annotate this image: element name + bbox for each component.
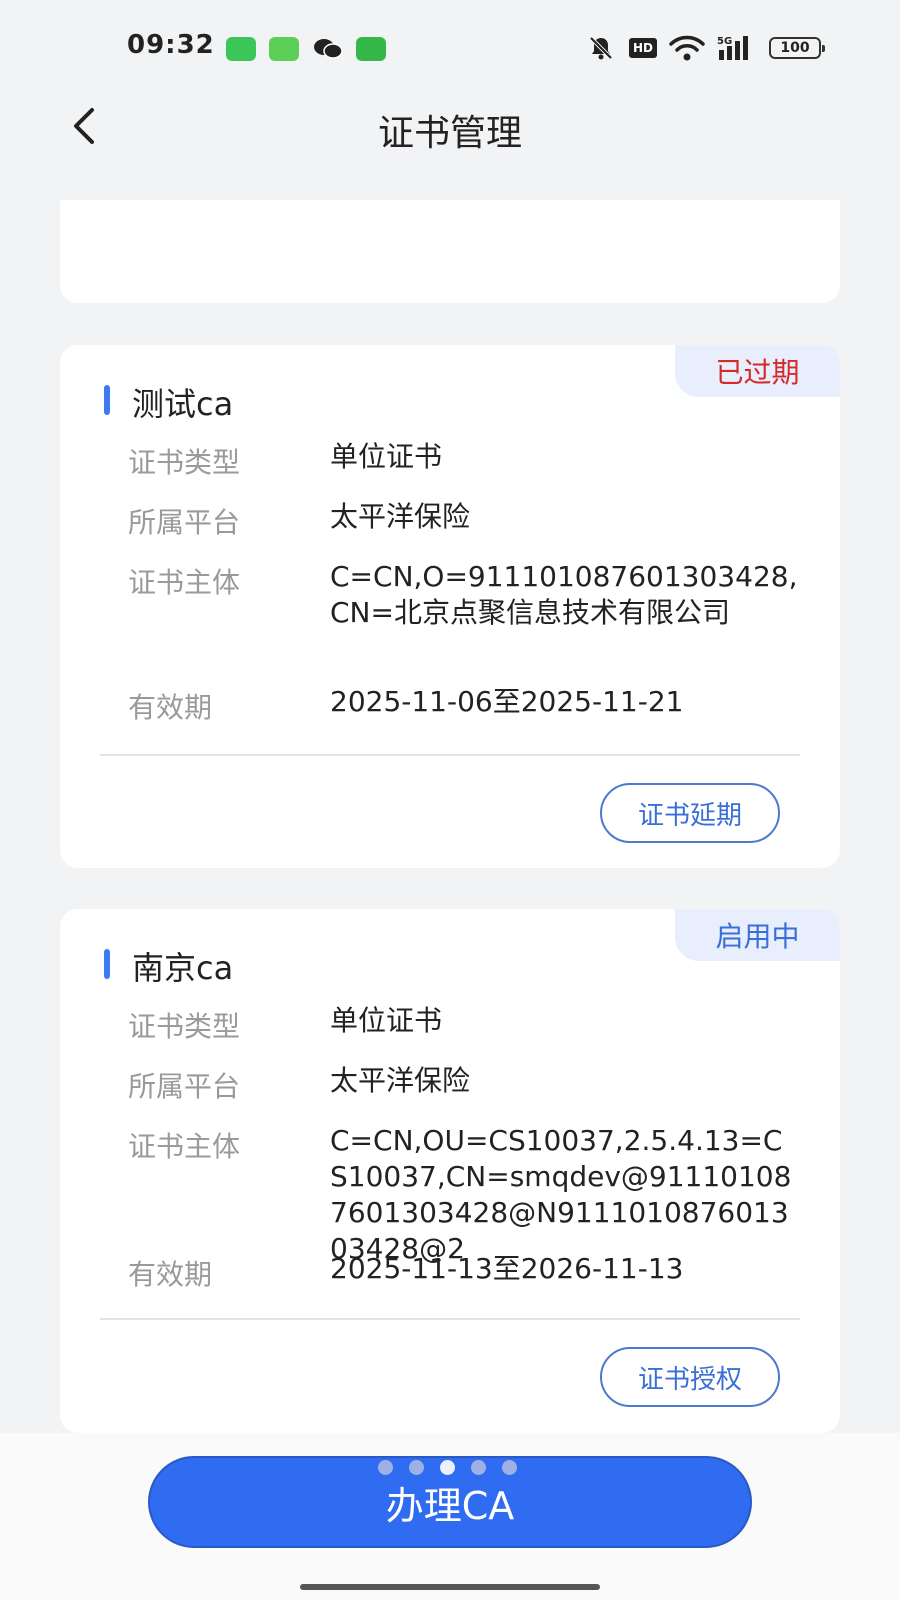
- certificate-name: 南京ca: [132, 949, 234, 987]
- status-time: 09:32: [127, 30, 215, 60]
- field-value: 2025-11-06至2025-11-21: [330, 685, 684, 718]
- field-value: 太平洋保险: [330, 500, 471, 533]
- field-label: 证书主体: [128, 1130, 241, 1163]
- divider: [100, 754, 800, 756]
- home-indicator[interactable]: [300, 1584, 600, 1590]
- status-bar: 09:32 HD 5G 100: [0, 0, 900, 95]
- hd-icon: HD: [629, 38, 657, 58]
- app-notification-icon: [226, 37, 256, 61]
- mute-icon: [587, 33, 615, 63]
- field-label: 有效期: [128, 1258, 213, 1291]
- page-dot-active: [440, 1460, 455, 1475]
- certificate-card: 启用中 南京ca 证书类型 单位证书 所属平台 太平洋保险 证书主体 C=CN,…: [60, 909, 840, 1433]
- wifi-icon: [668, 33, 706, 63]
- certificate-name: 测试ca: [132, 385, 234, 423]
- field-label: 证书主体: [128, 566, 241, 599]
- title-accent-bar: [104, 385, 110, 415]
- certificate-card-partial: [60, 200, 840, 303]
- battery-indicator: 100: [769, 37, 825, 59]
- field-label: 所属平台: [128, 1070, 241, 1103]
- field-label: 证书类型: [128, 446, 241, 479]
- page-dot: [409, 1460, 424, 1475]
- field-label: 证书类型: [128, 1010, 241, 1043]
- message-notification-icon: [269, 37, 299, 61]
- svg-text:5G: 5G: [717, 36, 732, 47]
- field-value: 2025-11-13至2026-11-13: [330, 1252, 684, 1285]
- status-badge: 已过期: [675, 345, 840, 397]
- field-value: 单位证书: [330, 1004, 443, 1037]
- cellular-signal-icon: 5G: [717, 33, 761, 63]
- page-indicator: [378, 1460, 517, 1478]
- certificate-card: 已过期 测试ca 证书类型 单位证书 所属平台 太平洋保险 证书主体 C=CN,…: [60, 345, 840, 868]
- field-value: C=CN,O=911101087601303428,CN=北京点聚信息技术有限公…: [330, 560, 798, 629]
- authorize-certificate-button[interactable]: 证书授权: [600, 1347, 780, 1407]
- page-dot: [471, 1460, 486, 1475]
- field-value: C=CN,OU=CS10037,2.5.4.13=CS10037,CN=smqd…: [330, 1124, 792, 1265]
- divider: [100, 1318, 800, 1320]
- field-value: 太平洋保险: [330, 1064, 471, 1097]
- field-value: 单位证书: [330, 440, 443, 473]
- wechat-icon: [312, 37, 344, 61]
- status-badge: 启用中: [675, 909, 840, 961]
- page-dot: [378, 1460, 393, 1475]
- field-label: 所属平台: [128, 506, 241, 539]
- page-dot: [502, 1460, 517, 1475]
- title-accent-bar: [104, 949, 110, 979]
- extend-certificate-button[interactable]: 证书延期: [600, 783, 780, 843]
- field-label: 有效期: [128, 691, 213, 724]
- page-title: 证书管理: [377, 113, 522, 154]
- security-notification-icon: [356, 37, 386, 61]
